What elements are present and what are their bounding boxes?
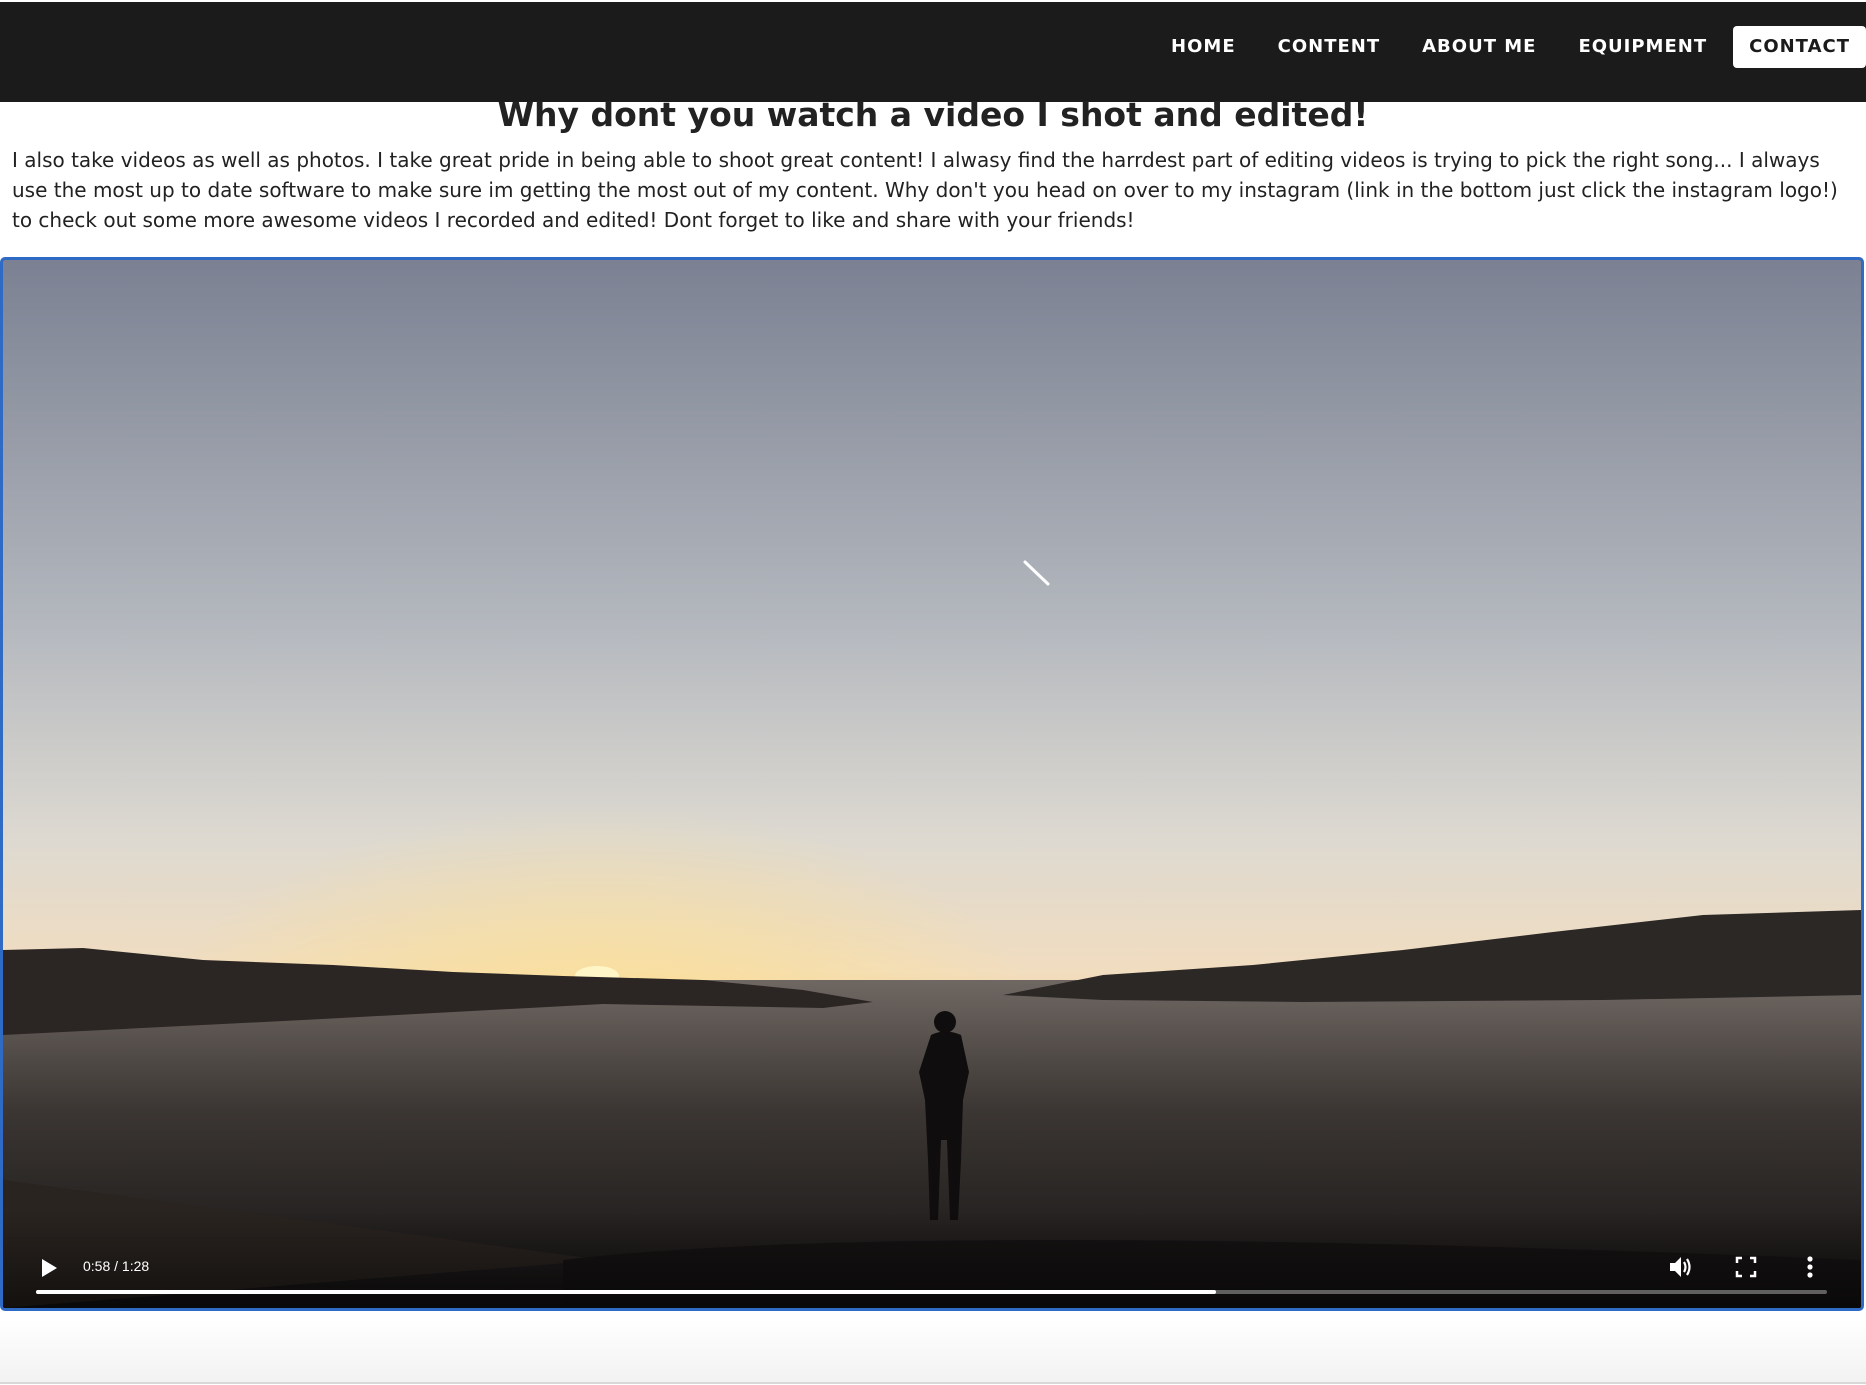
video-player[interactable]: 0:58 / 1:28 bbox=[0, 257, 1864, 1311]
footer-edge bbox=[0, 1320, 1866, 1384]
nav-home[interactable]: HOME bbox=[1150, 26, 1257, 68]
nav-contact[interactable]: CONTACT bbox=[1733, 26, 1866, 68]
play-icon[interactable] bbox=[33, 1253, 63, 1283]
nav-equipment[interactable]: EQUIPMENT bbox=[1557, 26, 1728, 68]
video-time: 0:58 / 1:28 bbox=[83, 1258, 150, 1274]
fullscreen-icon[interactable] bbox=[1730, 1251, 1762, 1283]
nav-menu: HOME CONTENT ABOUT ME EQUIPMENT CONTACT bbox=[1150, 26, 1866, 68]
video-progress-fill bbox=[36, 1290, 1217, 1294]
navbar: HOME CONTENT ABOUT ME EQUIPMENT CONTACT bbox=[0, 2, 1866, 102]
video-frame bbox=[3, 260, 1861, 1308]
more-options-icon[interactable] bbox=[1794, 1251, 1826, 1283]
video-controls: 0:58 / 1:28 bbox=[3, 1218, 1861, 1308]
page-title: Why dont you watch a video I shot and ed… bbox=[497, 95, 1369, 134]
video-progress-bar[interactable] bbox=[36, 1290, 1827, 1294]
volume-icon[interactable] bbox=[1665, 1251, 1697, 1283]
intro-paragraph: I also take videos as well as photos. I … bbox=[12, 148, 1838, 232]
nav-about-me[interactable]: ABOUT ME bbox=[1401, 26, 1557, 68]
nav-content[interactable]: CONTENT bbox=[1257, 26, 1402, 68]
